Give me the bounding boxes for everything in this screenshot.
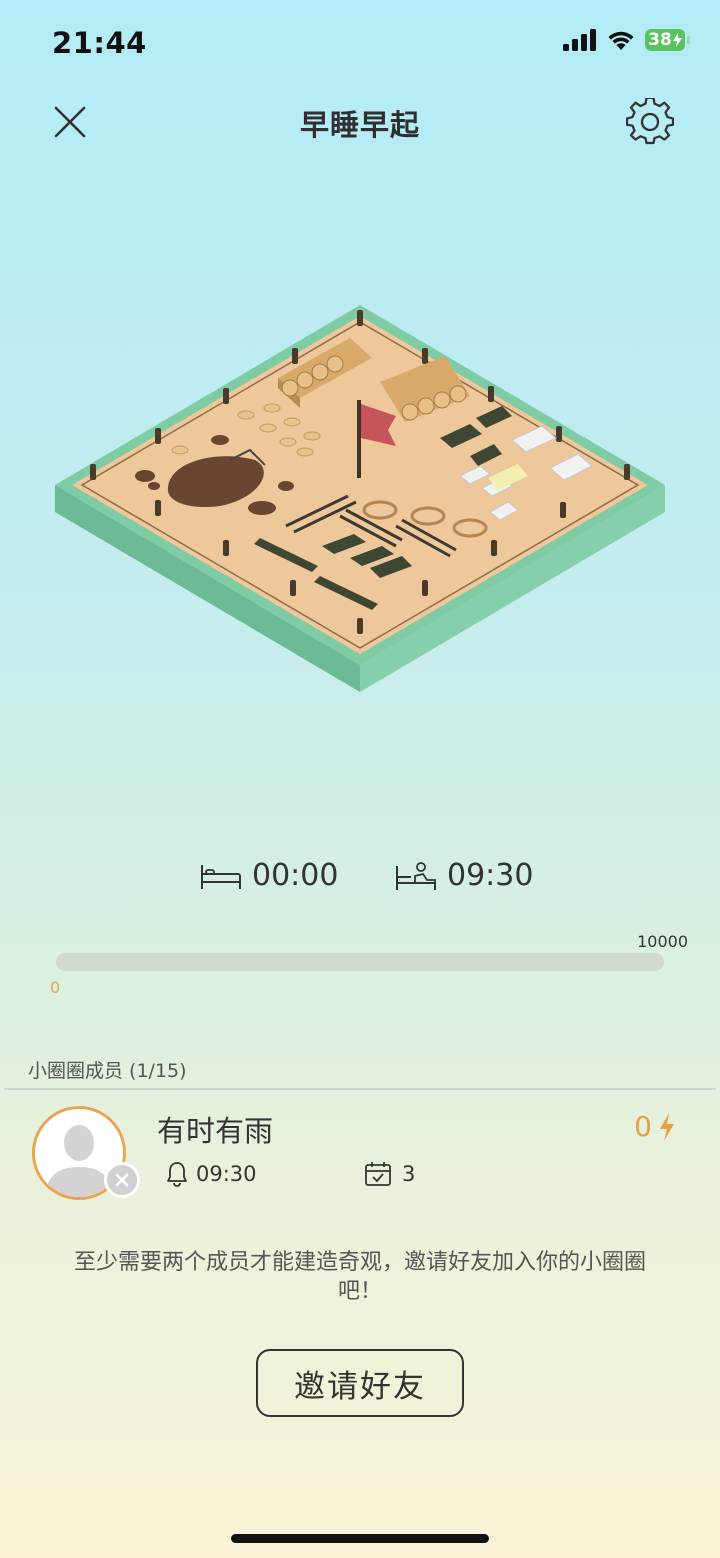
bed-time: 00:00 <box>200 858 338 893</box>
member-checkins: 3 <box>364 1161 415 1187</box>
member-alarm: 09:30 <box>166 1161 257 1187</box>
member-status-badge <box>104 1162 140 1198</box>
home-indicator[interactable] <box>231 1534 489 1543</box>
calendar-check-icon <box>365 1162 391 1186</box>
charging-icon <box>672 33 682 47</box>
status-bar: 21:44 38 <box>0 0 720 86</box>
wonder-construction-scene <box>50 300 670 700</box>
bed-icon <box>201 864 241 889</box>
wake-up-icon <box>396 861 436 890</box>
gear-icon <box>625 96 675 145</box>
invite-friends-button[interactable]: 邀请好友 <box>256 1349 464 1417</box>
member-energy: 0 <box>634 1110 676 1143</box>
construction-site-illustration <box>55 305 665 692</box>
member-list-item[interactable]: 有时有雨 09:30 3 0 <box>0 1100 720 1210</box>
schedule-times: 00:00 09:30 <box>0 858 720 904</box>
members-section-title: 小圈圈成员 (1/15) <box>28 1060 187 1082</box>
progress-bar <box>56 953 664 971</box>
lightning-icon <box>660 1112 674 1141</box>
wake-time: 09:30 <box>395 858 533 893</box>
invite-hint-text: 至少需要两个成员才能建造奇观，邀请好友加入你的小圈圈吧！ <box>73 1250 646 1304</box>
remove-icon <box>115 1173 129 1187</box>
status-time: 21:44 <box>52 26 147 60</box>
nav-bar: 早睡早起 <box>0 92 720 152</box>
settings-button[interactable] <box>625 96 675 146</box>
bed-time-value: 00:00 <box>252 858 339 893</box>
battery-indicator: 38 <box>645 29 690 51</box>
progress-max-label: 10000 <box>637 932 688 951</box>
signal-icon <box>563 29 596 51</box>
member-alarm-time: 09:30 <box>196 1162 257 1186</box>
divider <box>4 1088 716 1090</box>
wake-time-value: 09:30 <box>447 858 534 893</box>
status-icons: 38 <box>563 29 690 51</box>
bell-icon <box>167 1162 187 1187</box>
page-title: 早睡早起 <box>299 108 420 142</box>
member-energy-value: 0 <box>634 1110 652 1143</box>
member-name: 有时有雨 <box>157 1114 274 1148</box>
battery-level: 38 <box>648 30 672 50</box>
wifi-icon <box>608 31 634 50</box>
member-checkin-count: 3 <box>402 1162 416 1186</box>
progress-min-label: 0 <box>50 978 61 997</box>
